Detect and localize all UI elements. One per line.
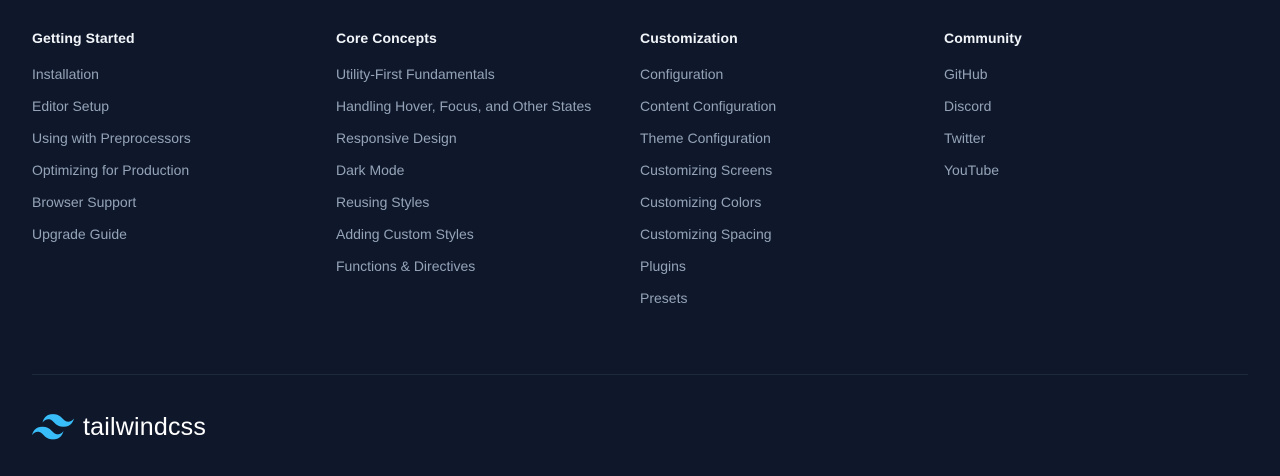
column-heading: Core Concepts [336,30,437,46]
footer-link-configuration[interactable]: Configuration [640,66,723,82]
column-heading: Getting Started [32,30,135,46]
footer-column-getting-started: Getting Started Installation Editor Setu… [32,27,336,319]
footer-columns: Getting Started Installation Editor Setu… [32,27,1248,319]
list-item: Optimizing for Production [32,159,336,191]
list-item: Upgrade Guide [32,223,336,255]
footer-link-adding-custom-styles[interactable]: Adding Custom Styles [336,226,474,242]
footer-link-handling-hover-focus-states[interactable]: Handling Hover, Focus, and Other States [336,98,591,114]
link-list: Configuration Content Configuration Them… [640,63,944,319]
tailwind-wave-logo-icon [32,414,74,440]
list-item: Using with Preprocessors [32,127,336,159]
list-item: Twitter [944,127,1248,159]
footer-link-twitter[interactable]: Twitter [944,130,985,146]
footer-link-installation[interactable]: Installation [32,66,99,82]
footer-link-optimizing-for-production[interactable]: Optimizing for Production [32,162,189,178]
column-heading: Community [944,30,1022,46]
footer-link-theme-configuration[interactable]: Theme Configuration [640,130,771,146]
footer-divider [32,374,1248,375]
list-item: Theme Configuration [640,127,944,159]
footer-column-core-concepts: Core Concepts Utility-First Fundamentals… [336,27,640,319]
list-item: Editor Setup [32,95,336,127]
list-item: Customizing Screens [640,159,944,191]
list-item: Browser Support [32,191,336,223]
footer-link-functions-directives[interactable]: Functions & Directives [336,258,475,274]
footer-link-content-configuration[interactable]: Content Configuration [640,98,776,114]
list-item: Reusing Styles [336,191,640,223]
list-item: Presets [640,287,944,319]
brand-home-link[interactable]: tailwindcss [32,410,206,444]
list-item: Plugins [640,255,944,287]
footer-column-community: Community GitHub Discord Twitter YouTube [944,27,1248,319]
list-item: Responsive Design [336,127,640,159]
footer-column-customization: Customization Configuration Content Conf… [640,27,944,319]
link-list: GitHub Discord Twitter YouTube [944,63,1248,191]
footer-link-presets[interactable]: Presets [640,290,687,306]
list-item: Dark Mode [336,159,640,191]
list-item: Utility-First Fundamentals [336,63,640,95]
footer-link-youtube[interactable]: YouTube [944,162,999,178]
brand-wordmark: tailwindcss [83,413,207,441]
footer-link-github[interactable]: GitHub [944,66,988,82]
footer-link-reusing-styles[interactable]: Reusing Styles [336,194,429,210]
footer-link-customizing-colors[interactable]: Customizing Colors [640,194,761,210]
list-item: Configuration [640,63,944,95]
footer-link-upgrade-guide[interactable]: Upgrade Guide [32,226,127,242]
list-item: YouTube [944,159,1248,191]
list-item: Content Configuration [640,95,944,127]
list-item: Installation [32,63,336,95]
list-item: Handling Hover, Focus, and Other States [336,95,640,127]
site-footer: Getting Started Installation Editor Setu… [0,0,1280,476]
column-heading: Customization [640,30,738,46]
footer-link-plugins[interactable]: Plugins [640,258,686,274]
footer-link-customizing-spacing[interactable]: Customizing Spacing [640,226,772,242]
link-list: Installation Editor Setup Using with Pre… [32,63,336,255]
footer-link-customizing-screens[interactable]: Customizing Screens [640,162,772,178]
footer-link-discord[interactable]: Discord [944,98,991,114]
list-item: Customizing Colors [640,191,944,223]
footer-link-editor-setup[interactable]: Editor Setup [32,98,109,114]
footer-link-browser-support[interactable]: Browser Support [32,194,136,210]
list-item: GitHub [944,63,1248,95]
list-item: Functions & Directives [336,255,640,287]
link-list: Utility-First Fundamentals Handling Hove… [336,63,640,287]
footer-link-using-with-preprocessors[interactable]: Using with Preprocessors [32,130,191,146]
list-item: Discord [944,95,1248,127]
footer-link-responsive-design[interactable]: Responsive Design [336,130,457,146]
footer-link-utility-first-fundamentals[interactable]: Utility-First Fundamentals [336,66,495,82]
footer-link-dark-mode[interactable]: Dark Mode [336,162,404,178]
list-item: Customizing Spacing [640,223,944,255]
list-item: Adding Custom Styles [336,223,640,255]
